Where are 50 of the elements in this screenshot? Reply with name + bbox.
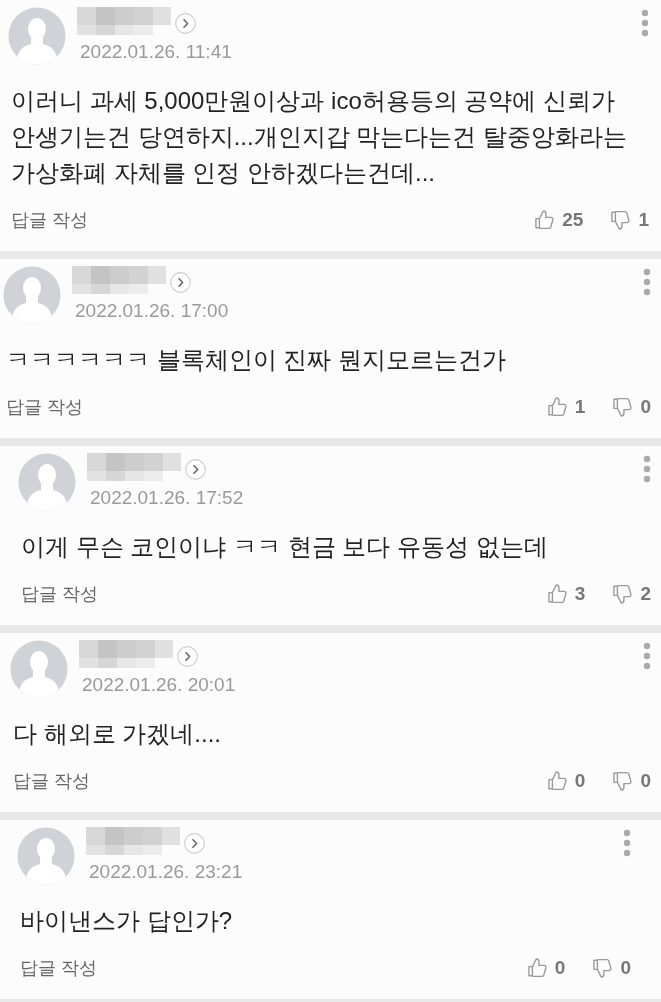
avatar-icon <box>10 640 68 698</box>
thumbs-up-icon <box>545 583 568 605</box>
comment-text: 이게 무슨 코인이냐 ㅋㅋ 현금 보다 유동성 없는데 <box>21 532 549 562</box>
thumbs-up-icon <box>545 770 568 792</box>
more-options-icon[interactable] <box>623 829 631 857</box>
comment-text: 다 해외로 가겠네.... <box>13 719 222 749</box>
like-button[interactable]: 3 <box>545 583 586 605</box>
reply-button[interactable]: 답글 작성 <box>13 769 90 793</box>
profile-chevron-icon[interactable] <box>185 459 206 480</box>
comment-date: 2022.01.26. 11:41 <box>80 40 233 64</box>
thumbs-down-icon <box>611 770 634 792</box>
comment-date: 2022.01.26. 17:00 <box>75 299 230 323</box>
comment-date: 2022.01.26. 23:21 <box>89 860 244 884</box>
more-options-icon[interactable] <box>643 455 651 483</box>
avatar-icon <box>3 266 61 324</box>
more-options-icon[interactable] <box>643 268 651 296</box>
like-button[interactable]: 1 <box>545 396 586 418</box>
dislike-button[interactable]: 0 <box>611 770 651 792</box>
avatar-icon <box>18 453 76 511</box>
profile-chevron-icon[interactable] <box>184 833 205 854</box>
profile-chevron-icon[interactable] <box>175 13 196 34</box>
dislike-button[interactable]: 1 <box>609 209 649 231</box>
dislike-button[interactable]: 0 <box>611 396 651 418</box>
thumbs-down-icon <box>611 396 634 418</box>
thumbs-down-icon <box>591 957 614 979</box>
reply-button[interactable]: 답글 작성 <box>20 956 97 980</box>
comment-date: 2022.01.26. 20:01 <box>82 673 237 697</box>
comment-text: 바이낸스가 답인가? <box>20 906 233 936</box>
comment-text: ㅋㅋㅋㅋㅋㅋ 블록체인이 진짜 뭔지모르는건가 <box>6 345 507 375</box>
profile-chevron-icon[interactable] <box>177 646 198 667</box>
dislike-button[interactable]: 2 <box>611 583 651 605</box>
thumbs-down-icon <box>609 209 632 231</box>
thumbs-up-icon <box>545 396 568 418</box>
avatar-icon <box>8 7 66 65</box>
reply-button[interactable]: 답글 작성 <box>11 208 88 232</box>
thumbs-up-icon <box>533 209 556 231</box>
avatar-icon <box>17 827 75 885</box>
thumbs-up-icon <box>525 957 548 979</box>
like-button[interactable]: 0 <box>545 770 586 792</box>
like-button[interactable]: 0 <box>525 957 566 979</box>
comment-text: 이러니 과세 5,000만원이상과 ico허용등의 공약에 신뢰가 안생기는건 당연하지...개인지갑 막는다는건 탈중앙화라는 가상화폐 자체를 인정 안하겠다는건데... <box>11 86 628 188</box>
more-options-icon[interactable] <box>641 9 649 37</box>
reply-button[interactable]: 답글 작성 <box>21 582 98 606</box>
reply-button[interactable]: 답글 작성 <box>6 395 83 419</box>
dislike-button[interactable]: 0 <box>591 957 631 979</box>
like-button[interactable]: 25 <box>533 209 584 231</box>
thumbs-down-icon <box>611 583 634 605</box>
profile-chevron-icon[interactable] <box>170 272 191 293</box>
comment-date: 2022.01.26. 17:52 <box>90 486 245 510</box>
more-options-icon[interactable] <box>643 642 651 670</box>
